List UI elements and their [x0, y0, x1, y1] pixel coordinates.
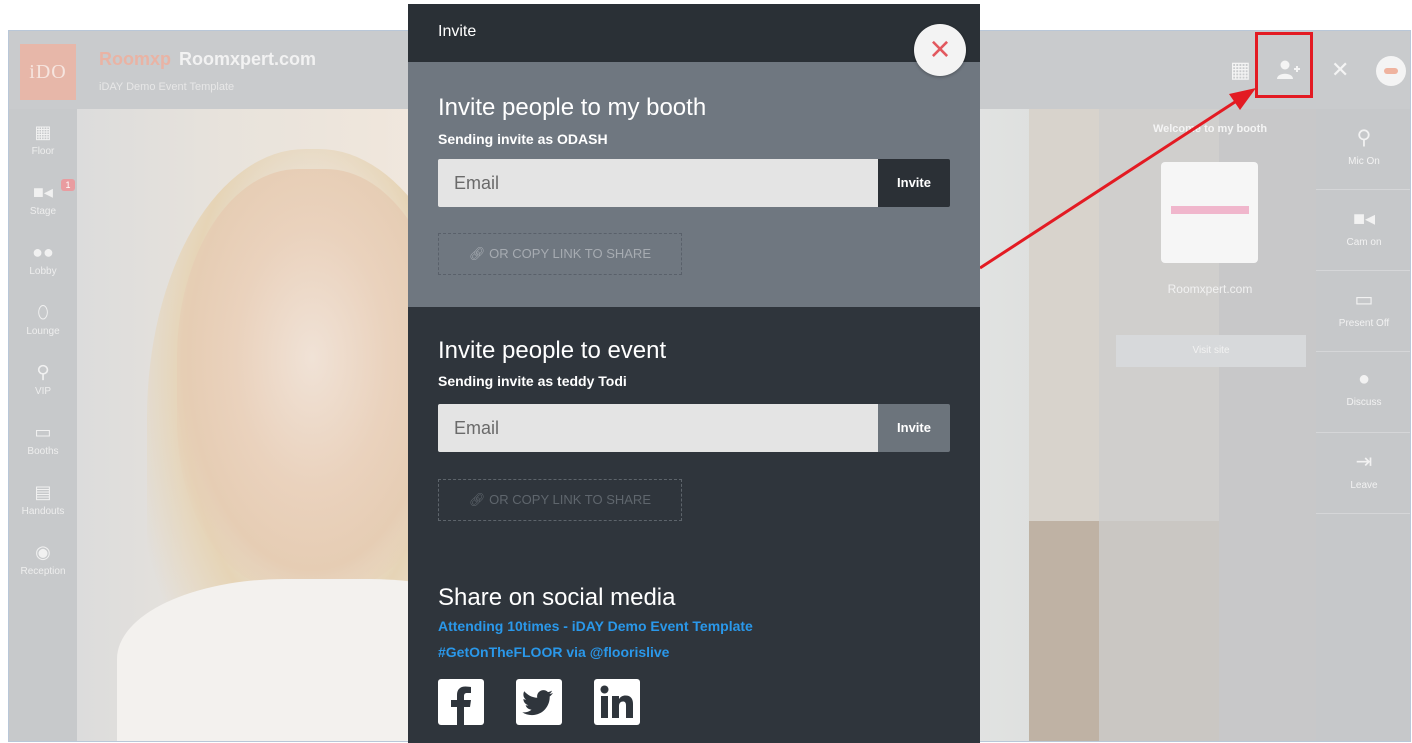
facebook-icon[interactable]	[438, 679, 484, 725]
close-button[interactable]: ×	[914, 24, 966, 76]
app-logo[interactable]: iDO	[20, 44, 76, 100]
event-copy-link-label: OR COPY LINK TO SHARE	[489, 492, 651, 507]
event-copy-link-button[interactable]: 🔗︎ OR COPY LINK TO SHARE	[438, 479, 682, 521]
leave-button[interactable]: ⇥ Leave	[1316, 433, 1410, 514]
sidebar-item-handouts[interactable]: ▤ Handouts	[9, 477, 77, 537]
sidebar-item-reception[interactable]: ◉ Reception	[9, 537, 77, 597]
close-icon: ×	[929, 28, 951, 69]
add-user-highlight-box	[1255, 32, 1313, 98]
present-toggle[interactable]: ▭ Present Off	[1316, 271, 1410, 352]
booth-panel: Welcome to my booth Roomxpert.com Visit …	[1099, 109, 1321, 741]
booth-invite-subheading: Sending invite as ODASH	[438, 131, 608, 147]
link-icon: 🔗︎	[469, 492, 486, 507]
modal-header: Invite	[408, 4, 980, 62]
event-title: Roomxp Roomxpert.com	[99, 49, 316, 70]
robot-icon: ◉	[35, 542, 51, 562]
grid-icon[interactable]: ▦	[1230, 59, 1251, 81]
event-email-row: Invite	[438, 404, 950, 452]
monitor-icon: ▭	[1354, 289, 1374, 311]
sidebar-item-label: Floor	[31, 146, 55, 157]
event-subtitle: iDAY Demo Event Template	[99, 81, 235, 93]
booth-email-input[interactable]	[438, 159, 878, 207]
mic-icon: ⚲	[1356, 127, 1372, 149]
event-invite-subheading: Sending invite as teddy Todi	[438, 373, 627, 389]
event-email-input[interactable]	[438, 404, 878, 452]
handshake-icon: ⬯	[37, 302, 49, 322]
linkedin-icon[interactable]	[594, 679, 640, 725]
user-avatar[interactable]	[1376, 56, 1406, 86]
sidebar-item-lounge[interactable]: ⬯ Lounge	[9, 297, 77, 357]
booth-invite-button[interactable]: Invite	[878, 159, 950, 207]
modal-title: Invite	[438, 23, 477, 40]
social-share-text-line1[interactable]: Attending 10times - iDAY Demo Event Temp…	[438, 618, 753, 634]
people-icon: ●●	[32, 242, 54, 262]
booth-name: Roomxpert.com	[1167, 282, 1253, 296]
camera-icon: ■◂	[1352, 208, 1376, 230]
visit-site-button[interactable]: Visit site	[1116, 335, 1306, 367]
booth-welcome: Welcome to my booth	[1152, 123, 1268, 135]
map-icon: ▦	[34, 122, 52, 142]
toolbar-label: Present Off	[1338, 318, 1390, 329]
right-toolbar: ⚲ Mic On ■◂ Cam on ▭ Present Off ● Discu…	[1316, 109, 1410, 741]
mic-icon: ⚲	[36, 362, 50, 382]
event-invite-heading: Invite people to event	[438, 337, 667, 364]
booth-email-row: Invite	[438, 159, 950, 207]
sidebar-item-label: Stage	[29, 206, 57, 217]
sidebar-item-stage[interactable]: ■◂ 1 Stage	[9, 177, 77, 237]
twitter-icon[interactable]	[516, 679, 562, 725]
cam-toggle[interactable]: ■◂ Cam on	[1316, 190, 1410, 271]
sidebar-item-booths[interactable]: ▭ Booths	[9, 417, 77, 477]
booth-invite-section: Invite people to my booth Sending invite…	[408, 62, 980, 307]
sidebar-item-label: Lobby	[29, 266, 57, 277]
sidebar-item-label: Booths	[27, 446, 59, 457]
discuss-button[interactable]: ● Discuss	[1316, 352, 1410, 433]
sidebar-item-lobby[interactable]: ●● Lobby	[9, 237, 77, 297]
toolbar-label: Discuss	[1346, 397, 1382, 408]
sidebar-item-vip[interactable]: ⚲ VIP	[9, 357, 77, 417]
invite-modal: Invite × Invite people to my booth Sendi…	[408, 4, 980, 743]
document-icon: ▤	[34, 482, 52, 502]
booth-invite-heading: Invite people to my booth	[438, 94, 707, 121]
sidebar-item-label: Handouts	[21, 506, 65, 517]
stage-badge: 1	[61, 179, 75, 191]
left-sidebar: ▦ Floor ■◂ 1 Stage ●● Lobby ⬯ Lounge ⚲ V…	[9, 109, 77, 741]
toolbar-label: Cam on	[1346, 237, 1382, 248]
social-share-text-line2[interactable]: #GetOnTheFLOOR via @floorislive	[438, 644, 669, 660]
event-title-prefix: Roomxp	[99, 49, 171, 69]
mic-toggle[interactable]: ⚲ Mic On	[1316, 109, 1410, 190]
link-icon: 🔗︎	[469, 246, 486, 261]
sidebar-item-label: VIP	[34, 386, 52, 397]
sidebar-item-label: Reception	[20, 566, 66, 577]
exit-icon: ⇥	[1355, 451, 1373, 473]
sidebar-item-label: Lounge	[26, 326, 60, 337]
chat-icon: ●	[1357, 368, 1371, 390]
tools-icon[interactable]: ✕	[1331, 59, 1349, 81]
booth-copy-link-button[interactable]: 🔗︎ OR COPY LINK TO SHARE	[438, 233, 682, 275]
sidebar-item-floor[interactable]: ▦ Floor	[9, 117, 77, 177]
booth-copy-link-label: OR COPY LINK TO SHARE	[489, 246, 651, 261]
social-heading: Share on social media	[438, 584, 676, 611]
event-invite-button[interactable]: Invite	[878, 404, 950, 452]
booth-logo	[1161, 162, 1258, 263]
speaker-face	[177, 169, 447, 589]
event-title-text: Roomxpert.com	[179, 49, 317, 69]
store-icon: ▭	[34, 422, 52, 442]
toolbar-label: Leave	[1350, 480, 1378, 491]
toolbar-label: Mic On	[1348, 156, 1380, 167]
